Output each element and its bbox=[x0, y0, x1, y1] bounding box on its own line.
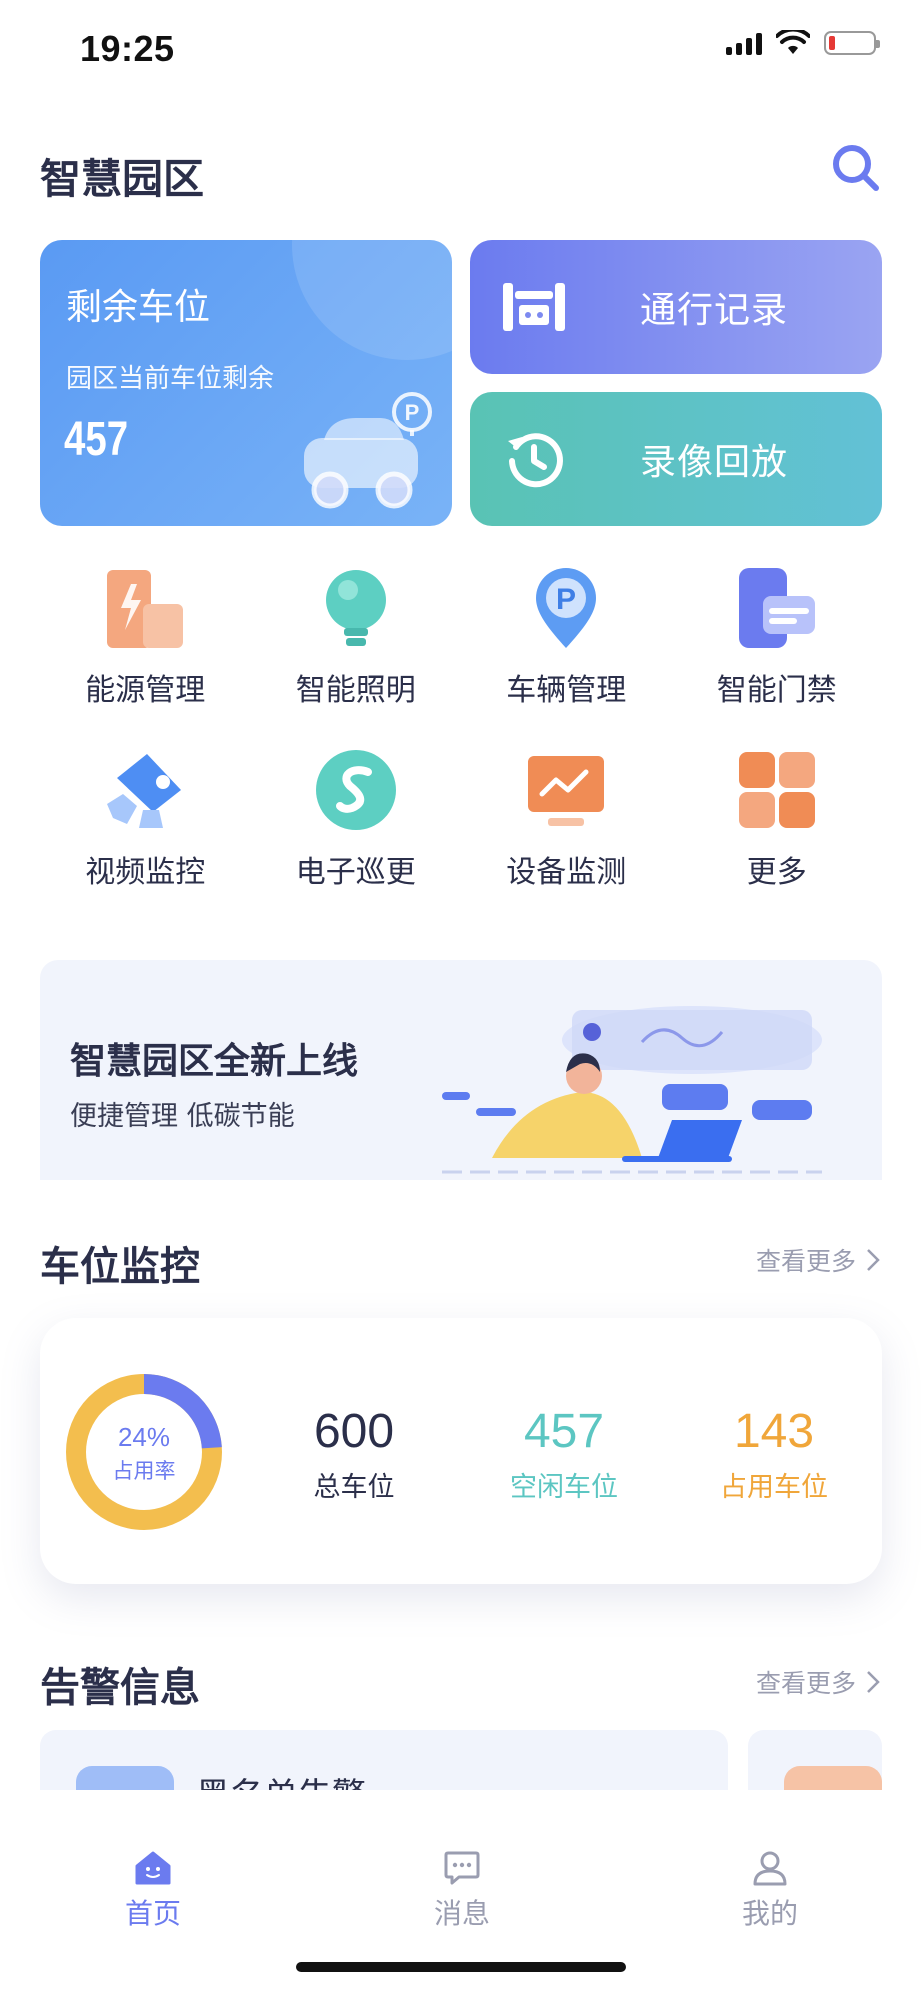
parking-monitor-section-title: 车位监控 bbox=[40, 1244, 200, 1290]
status-icons bbox=[726, 30, 880, 56]
nav-profile[interactable]: 我的 bbox=[690, 1850, 850, 1932]
page-title: 智慧园区 bbox=[40, 155, 204, 203]
banner-subtitle: 便捷管理 低碳节能 bbox=[70, 1101, 295, 1132]
banner-title: 智慧园区全新上线 bbox=[70, 1041, 359, 1082]
parking-card-subtitle: 园区当前车位剩余 bbox=[66, 364, 275, 394]
nav-profile-label: 我的 bbox=[741, 1897, 798, 1930]
nav-messages[interactable]: 消息 bbox=[382, 1850, 542, 1932]
nav-messages-label: 消息 bbox=[433, 1897, 490, 1930]
more-link-label: 查看更多 bbox=[755, 1247, 856, 1276]
occupied-parking-label: 占用车位 bbox=[720, 1472, 828, 1503]
svg-text:P: P bbox=[556, 583, 576, 616]
nav-home[interactable]: 首页 bbox=[73, 1850, 233, 1932]
vehicle-management-item[interactable]: P 车辆管理 bbox=[461, 565, 672, 709]
patrol-icon bbox=[311, 747, 401, 833]
chevron-right-icon bbox=[867, 1249, 880, 1271]
occupancy-rate-label: 占用率 bbox=[112, 1459, 176, 1483]
nav-home-label: 首页 bbox=[124, 1897, 181, 1930]
function-label: 视频监控 bbox=[85, 855, 206, 890]
access-control-item[interactable]: 智能门禁 bbox=[672, 565, 883, 709]
video-surveillance-item[interactable]: 视频监控 bbox=[40, 747, 251, 891]
function-label: 设备监测 bbox=[506, 855, 627, 890]
bulb-icon bbox=[311, 565, 401, 651]
function-label: 智能照明 bbox=[295, 673, 416, 708]
chevron-right-icon bbox=[867, 1671, 880, 1693]
camera-icon bbox=[100, 747, 190, 833]
total-parking-value: 600 bbox=[313, 1405, 395, 1458]
banner-illustration bbox=[442, 1006, 822, 1174]
home-icon bbox=[135, 1851, 171, 1885]
energy-management-item[interactable]: 能源管理 bbox=[40, 565, 251, 709]
remaining-parking-count: 457 bbox=[64, 413, 129, 466]
parking-monitor-more-link[interactable]: 查看更多 bbox=[756, 1242, 880, 1278]
gate-icon bbox=[494, 267, 574, 347]
traffic-record-button[interactable]: 通行记录 bbox=[470, 240, 882, 374]
promo-banner[interactable]: 智慧园区全新上线 便捷管理 低碳节能 bbox=[40, 960, 882, 1180]
history-icon bbox=[494, 419, 574, 499]
function-label: 能源管理 bbox=[85, 673, 206, 708]
message-icon bbox=[444, 1851, 480, 1885]
alarm-section-title: 告警信息 bbox=[40, 1665, 200, 1711]
free-parking-stat: 457 空闲车位 bbox=[474, 1404, 654, 1504]
video-replay-button[interactable]: 录像回放 bbox=[470, 392, 882, 526]
alarm-type-icon bbox=[76, 1766, 174, 1790]
svg-text:P: P bbox=[405, 400, 420, 425]
occupied-parking-stat: 143 占用车位 bbox=[684, 1404, 864, 1504]
search-icon[interactable] bbox=[828, 140, 884, 196]
user-icon bbox=[753, 1851, 787, 1886]
alarm-type-icon bbox=[784, 1766, 882, 1790]
patrol-item[interactable]: 电子巡更 bbox=[251, 747, 462, 891]
parking-card-title: 剩余车位 bbox=[66, 287, 211, 328]
access-card-icon bbox=[732, 565, 822, 651]
occupied-parking-value: 143 bbox=[733, 1405, 815, 1458]
grid-more-icon bbox=[732, 747, 822, 833]
video-replay-label: 录像回放 bbox=[640, 442, 789, 483]
cellular-signal-icon bbox=[726, 31, 762, 55]
status-time: 19:25 bbox=[80, 28, 175, 69]
card-decoration bbox=[292, 240, 452, 360]
home-indicator bbox=[296, 1962, 626, 1972]
battery-icon bbox=[824, 31, 880, 55]
monitor-icon bbox=[521, 747, 611, 833]
device-monitoring-item[interactable]: 设备监测 bbox=[461, 747, 672, 891]
function-grid: 能源管理 智能照明 P 车辆管理 智能门禁 视频监控 电子巡更 设备监测 更多 bbox=[40, 565, 882, 891]
function-label: 车辆管理 bbox=[506, 673, 627, 708]
parking-pin-icon: P bbox=[521, 565, 611, 651]
more-functions-item[interactable]: 更多 bbox=[672, 747, 883, 891]
more-link-label: 查看更多 bbox=[755, 1669, 856, 1698]
free-parking-label: 空闲车位 bbox=[510, 1472, 618, 1503]
smart-lighting-item[interactable]: 智能照明 bbox=[251, 565, 462, 709]
energy-icon bbox=[100, 565, 190, 651]
function-label: 更多 bbox=[746, 855, 807, 890]
car-icon: P bbox=[304, 392, 432, 509]
alarm-title: 黑名单告警 bbox=[196, 1768, 366, 1790]
function-label: 电子巡更 bbox=[295, 855, 416, 890]
remaining-parking-card[interactable]: 剩余车位 园区当前车位剩余 457 P bbox=[40, 240, 452, 526]
total-parking-stat: 600 总车位 bbox=[264, 1404, 444, 1504]
total-parking-label: 总车位 bbox=[313, 1472, 395, 1503]
occupancy-rate-value: 24% bbox=[117, 1422, 171, 1452]
traffic-record-label: 通行记录 bbox=[640, 290, 789, 331]
function-label: 智能门禁 bbox=[716, 673, 837, 708]
alarm-more-link[interactable]: 查看更多 bbox=[756, 1664, 880, 1700]
alarm-card[interactable] bbox=[748, 1730, 882, 1790]
alarm-card[interactable]: 黑名单告警 bbox=[40, 1730, 728, 1790]
free-parking-value: 457 bbox=[523, 1405, 605, 1458]
parking-monitor-card: 24% 占用率 600 总车位 457 空闲车位 143 占用车位 bbox=[40, 1318, 882, 1584]
wifi-icon bbox=[776, 30, 810, 54]
